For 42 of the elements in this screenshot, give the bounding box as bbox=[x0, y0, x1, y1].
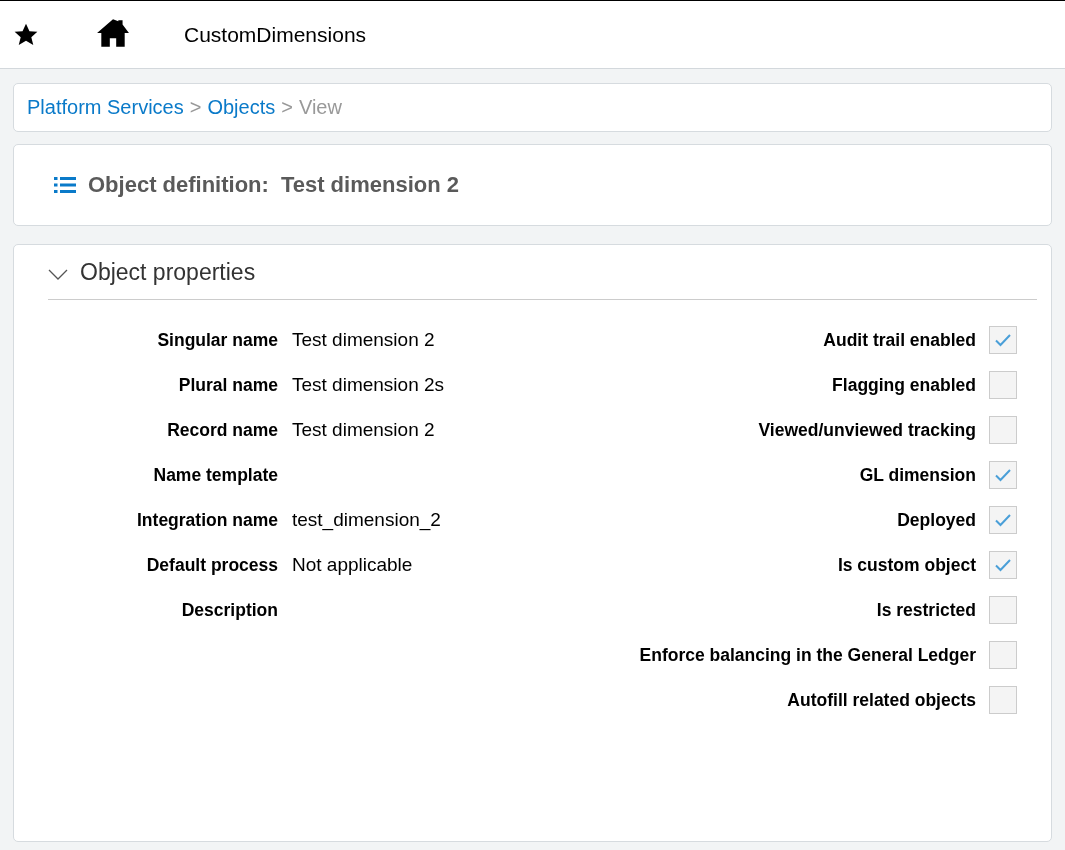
field-value: Not applicable bbox=[292, 553, 414, 577]
field-value: Test dimension 2 bbox=[292, 328, 436, 352]
breadcrumb-separator: > bbox=[189, 96, 202, 119]
field-label: Default process bbox=[145, 554, 278, 577]
checkbox-label: Deployed bbox=[896, 509, 976, 532]
checkbox-label: Viewed/unviewed tracking bbox=[757, 419, 976, 442]
breadcrumb-current: View bbox=[298, 96, 342, 119]
checkbox[interactable] bbox=[989, 371, 1017, 399]
checkbox[interactable] bbox=[989, 416, 1017, 444]
field-label: Description bbox=[180, 599, 278, 622]
checkbox-label: GL dimension bbox=[858, 464, 976, 487]
breadcrumb-separator: > bbox=[281, 96, 293, 119]
breadcrumb-link[interactable]: Objects bbox=[207, 96, 276, 119]
app-title: CustomDimensions bbox=[184, 22, 367, 47]
checkbox[interactable] bbox=[989, 596, 1017, 624]
checkbox-label: Autofill related objects bbox=[786, 689, 976, 712]
field-value: Test dimension 2 bbox=[292, 418, 436, 442]
checkbox[interactable] bbox=[989, 461, 1017, 489]
home-icon[interactable] bbox=[96, 17, 130, 48]
section-title[interactable]: Object properties bbox=[80, 258, 256, 286]
checkbox[interactable] bbox=[989, 686, 1017, 714]
checkbox-label: Is custom object bbox=[836, 554, 976, 577]
checkbox[interactable] bbox=[989, 641, 1017, 669]
object-definition-label: Object definition: bbox=[88, 172, 269, 198]
field-label: Plural name bbox=[177, 374, 278, 397]
checkbox[interactable] bbox=[989, 326, 1017, 354]
checkbox-label: Flagging enabled bbox=[831, 374, 976, 397]
checkbox[interactable] bbox=[989, 506, 1017, 534]
checkbox-label: Enforce balancing in the General Ledger bbox=[638, 644, 976, 667]
field-label: Integration name bbox=[136, 509, 278, 532]
checkbox-label: Is restricted bbox=[875, 599, 976, 622]
field-label: Singular name bbox=[156, 329, 278, 352]
field-value: Test dimension 2s bbox=[292, 373, 446, 397]
object-name: Test dimension 2 bbox=[280, 172, 459, 198]
field-value: test_dimension_2 bbox=[292, 508, 442, 533]
breadcrumb-link[interactable]: Platform Services bbox=[27, 96, 184, 119]
field-label: Name template bbox=[152, 464, 278, 487]
checkbox-label: Audit trail enabled bbox=[822, 329, 976, 352]
checkbox[interactable] bbox=[989, 551, 1017, 579]
field-label: Record name bbox=[166, 419, 278, 442]
chevron-icon[interactable] bbox=[48, 269, 68, 281]
list-icon bbox=[54, 176, 76, 194]
